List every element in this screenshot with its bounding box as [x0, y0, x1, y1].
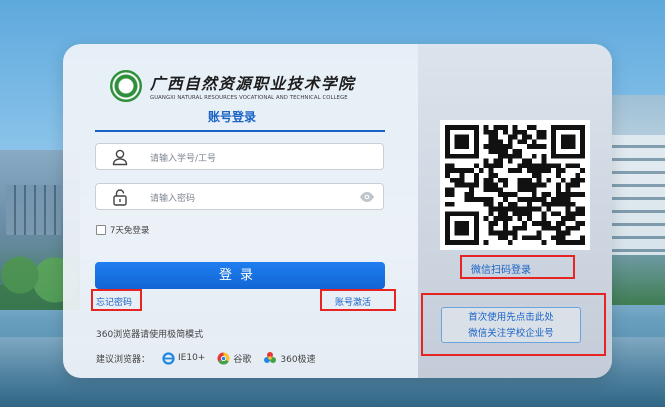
browser-suggest-label: 建议浏览器： — [96, 354, 151, 365]
school-name: 广西自然资源职业技术学院 GUANGXI NATURAL RESOURCES V… — [150, 72, 355, 101]
user-icon — [112, 149, 128, 166]
school-logo: 广西自然资源职业技术学院 GUANGXI NATURAL RESOURCES V… — [110, 70, 355, 102]
browser-360-label: 360极速 — [280, 354, 316, 365]
browser-360: 360极速 — [263, 351, 316, 365]
login-card: 广西自然资源职业技术学院 GUANGXI NATURAL RESOURCES V… — [63, 44, 612, 378]
username-input[interactable]: 请输入学号/工号 — [95, 143, 384, 170]
browser-ie: IE10+ — [162, 351, 206, 365]
browser-ie-label: IE10+ — [178, 353, 206, 363]
password-input[interactable]: 请输入密码 — [95, 183, 384, 210]
browser-chrome-label: 谷歌 — [233, 354, 252, 365]
notice-line-1: 首次使用先点击此处 — [468, 312, 554, 323]
forgot-password-link[interactable]: 忘记密码 — [96, 295, 132, 308]
wechat-follow-button[interactable]: 首次使用先点击此处 微信关注学校企业号 — [441, 307, 581, 343]
password-placeholder: 请输入密码 — [150, 194, 196, 204]
school-name-en: GUANGXI NATURAL RESOURCES VOCATIONAL AND… — [150, 94, 348, 101]
wechat-scan-login-label: 微信扫码登录 — [471, 265, 531, 276]
school-name-cn: 广西自然资源职业技术学院 — [150, 73, 356, 93]
notice-line-2: 微信关注学校企业号 — [468, 328, 554, 339]
browser-suggestions: 建议浏览器： IE10+ 谷歌 360极速 — [96, 351, 316, 365]
chrome-icon — [217, 352, 230, 365]
lock-icon — [113, 189, 127, 206]
remember-login[interactable]: 7天免登录 — [96, 224, 149, 236]
browser-chrome: 谷歌 — [217, 352, 251, 365]
tab-account-login[interactable]: 账号登录 — [208, 108, 256, 125]
wechat-qr-code — [440, 120, 590, 250]
username-placeholder: 请输入学号/工号 — [150, 154, 217, 164]
account-activate-link[interactable]: 账号激活 — [335, 295, 371, 308]
360-browser-icon — [264, 352, 277, 363]
tab-underline — [95, 130, 385, 132]
background-building — [607, 135, 665, 255]
remember-checkbox[interactable] — [96, 225, 106, 235]
qr-code-image — [445, 125, 585, 245]
login-button[interactable]: 登录 — [95, 262, 385, 289]
remember-label: 7天免登录 — [110, 226, 150, 236]
browser-mode-tip: 360浏览器请使用极简模式 — [96, 330, 204, 340]
ie-icon — [162, 351, 175, 365]
eye-icon[interactable] — [359, 191, 375, 203]
background-building — [6, 185, 61, 235]
school-emblem-icon — [110, 70, 142, 102]
